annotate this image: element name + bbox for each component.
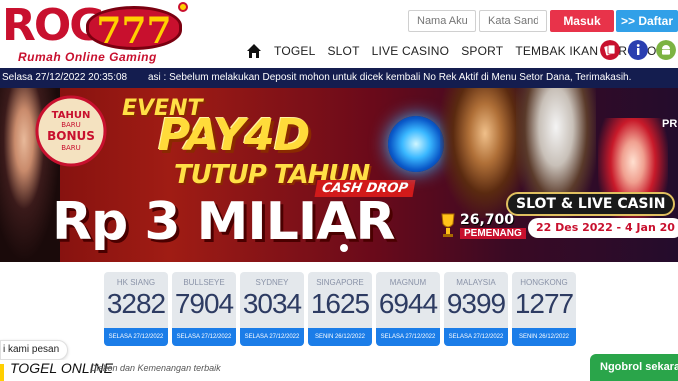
info-icon[interactable] [628, 40, 648, 60]
section-subtitle: Diskon dan Kemenangan terbaik [90, 363, 221, 373]
nav-sport[interactable]: SPORT [461, 44, 503, 58]
username-input[interactable] [408, 10, 476, 32]
nav-slot[interactable]: SLOT [327, 44, 359, 58]
android-icon[interactable] [656, 40, 676, 60]
logo-ornament [178, 2, 188, 12]
badge-line-4: BARU [61, 144, 81, 152]
result-date: SENIN 26/12/2022 [512, 328, 576, 346]
result-number: 1625 [310, 288, 370, 319]
result-date: SELASA 27/12/2022 [376, 328, 440, 346]
result-market: HONGKONG [520, 278, 568, 287]
badge-line-2: BARU [61, 121, 81, 129]
announcement-text: asi : Sebelum melakukan Deposit mohon un… [148, 72, 632, 83]
result-market: SINGAPORE [316, 278, 364, 287]
result-card[interactable]: MALAYSIA 9399 SELASA 27/12/2022 [444, 272, 508, 346]
side-tab[interactable] [0, 364, 4, 381]
banner-winners-count: 26,700 [460, 212, 515, 228]
promo-banner[interactable]: TAHUN BARU BONUS BARU EVENT PAY4D TUTUP … [0, 88, 678, 262]
result-market: HK SIANG [116, 278, 156, 287]
result-card[interactable]: BULLSEYE 7904 SELASA 27/12/2022 [172, 272, 236, 346]
badge-line-1: TAHUN [52, 110, 91, 121]
cards-icon[interactable] [600, 40, 620, 60]
result-number: 3034 [242, 288, 302, 319]
result-market: MALAYSIA [456, 278, 496, 287]
logo-number: 777 [86, 6, 182, 52]
result-market: SYDNEY [255, 278, 289, 287]
result-market: BULLSEYE [183, 278, 225, 287]
badge-line-3: BONUS [47, 129, 95, 143]
carousel-indicator[interactable] [340, 244, 348, 252]
announcement-bar: Selasa 27/12/2022 20:35:08 asi : Sebelum… [0, 68, 678, 88]
result-number: 9399 [446, 288, 506, 319]
live-chat-button[interactable]: Ngobrol sekarang [590, 354, 678, 381]
page: ROG 777 Rumah Online Gaming Masuk >> Daf… [0, 0, 678, 381]
banner-winners-label: PEMENANG [460, 228, 526, 239]
result-card[interactable]: MAGNUM 6944 SELASA 27/12/2022 [376, 272, 440, 346]
nav-live-casino[interactable]: LIVE CASINO [372, 44, 450, 58]
logo[interactable]: ROG 777 Rumah Online Gaming [0, 0, 190, 68]
result-card[interactable]: HONGKONG 1277 SENIN 26/12/2022 [512, 272, 576, 346]
banner-date-range: 22 Des 2022 - 4 Jan 20 [528, 218, 678, 238]
result-number: 7904 [174, 288, 234, 319]
lottery-results: HK SIANG 3282 SELASA 27/12/2022 BULLSEYE… [104, 272, 576, 346]
header: ROG 777 Rumah Online Gaming Masuk >> Daf… [0, 0, 678, 68]
banner-prize-text: Rp 3 MILIAR [52, 192, 396, 252]
result-number: 1277 [514, 288, 574, 319]
result-card[interactable]: SINGAPORE 1625 SENIN 26/12/2022 [308, 272, 372, 346]
result-date: SELASA 27/12/2022 [444, 328, 508, 346]
result-date: SELASA 27/12/2022 [172, 328, 236, 346]
password-input[interactable] [479, 10, 547, 32]
result-card[interactable]: SYDNEY 3034 SELASA 27/12/2022 [240, 272, 304, 346]
home-icon[interactable] [246, 43, 262, 59]
banner-energy-orb [388, 116, 444, 172]
leave-message-tab[interactable]: i kami pesan [0, 340, 68, 360]
register-button[interactable]: >> Daftar [616, 10, 678, 32]
result-card[interactable]: HK SIANG 3282 SELASA 27/12/2022 [104, 272, 168, 346]
login-button[interactable]: Masuk [550, 10, 614, 32]
nav-tembak-ikan[interactable]: TEMBAK IKAN [515, 44, 598, 58]
result-market: MAGNUM [389, 278, 427, 287]
banner-edge-text: PR [662, 118, 678, 130]
nav-togel[interactable]: TOGEL [274, 44, 315, 58]
result-number: 6944 [378, 288, 438, 319]
result-date: SELASA 27/12/2022 [104, 328, 168, 346]
banner-pay4d-text: PAY4D [158, 110, 310, 161]
new-year-bonus-badge: TAHUN BARU BONUS BARU [35, 95, 107, 167]
result-date: SENIN 26/12/2022 [308, 328, 372, 346]
logo-tagline: Rumah Online Gaming [18, 50, 157, 64]
result-date: SELASA 27/12/2022 [240, 328, 304, 346]
server-datetime: Selasa 27/12/2022 20:35:08 [2, 72, 128, 83]
result-number: 3282 [106, 288, 166, 319]
